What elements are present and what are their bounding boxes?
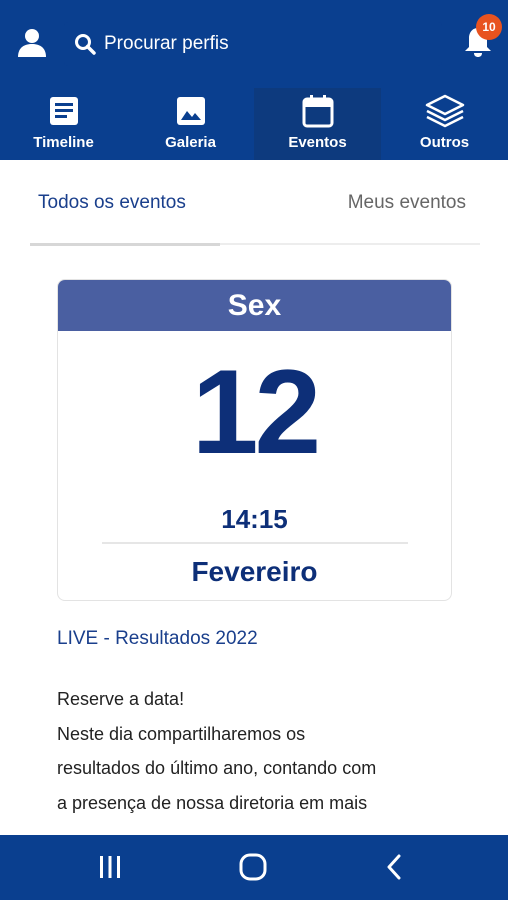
article-icon	[44, 94, 84, 128]
search-box[interactable]	[64, 22, 442, 66]
tab-label: Timeline	[33, 134, 94, 151]
notification-badge: 10	[476, 14, 502, 40]
tab-my-events[interactable]: Meus eventos	[348, 192, 466, 214]
app-root: 10 Timeline	[0, 0, 508, 900]
back-button[interactable]	[372, 847, 416, 887]
layers-icon	[425, 94, 465, 128]
search-icon	[75, 34, 96, 55]
recent-apps-icon	[100, 856, 120, 878]
event-title[interactable]: LIVE - Resultados 2022	[57, 628, 258, 650]
event-day: 12	[191, 345, 321, 479]
tab-galeria[interactable]: Galeria	[127, 88, 254, 160]
tab-label: Galeria	[165, 134, 216, 151]
card-divider	[102, 542, 408, 544]
tab-eventos[interactable]: Eventos	[254, 88, 381, 160]
user-icon	[18, 29, 46, 57]
tab-all-events[interactable]: Todos os eventos	[38, 192, 186, 214]
profile-button[interactable]	[14, 24, 50, 60]
top-bar: 10	[0, 0, 508, 88]
main-tabs: Timeline Galeria Eventos Outros	[0, 88, 508, 160]
search-input[interactable]	[104, 33, 404, 55]
event-filter-tabs: Todos os eventos Meus eventos	[30, 176, 480, 248]
description-line: a presença de nossa diretoria em mais	[57, 792, 368, 813]
recent-apps-button[interactable]	[88, 847, 132, 887]
event-weekday: Sex	[227, 288, 282, 322]
event-time: 14:15	[221, 504, 288, 534]
event-month: Fevereiro	[191, 556, 318, 587]
tab-label: Outros	[419, 134, 470, 151]
system-nav-bar	[0, 835, 508, 900]
event-date-card[interactable]: Sex 12 14:15 Fevereiro	[57, 279, 452, 601]
tab-outros[interactable]: Outros	[381, 88, 508, 160]
image-icon	[171, 94, 211, 128]
card-header: Sex	[58, 280, 451, 331]
description-line: Reserve a data!	[57, 689, 185, 709]
home-icon	[239, 853, 267, 881]
back-icon	[387, 854, 401, 880]
tab-timeline[interactable]: Timeline	[0, 88, 127, 160]
description-line: Neste dia compartilharemos os	[57, 723, 306, 744]
tab-label: Eventos	[288, 134, 347, 151]
calendar-icon	[298, 94, 338, 128]
description-line: resultados do último ano, contando com	[57, 758, 377, 778]
event-description: Reserve a data! Neste dia compartilharem…	[57, 682, 467, 820]
home-button[interactable]	[231, 847, 275, 887]
active-tab-indicator	[30, 243, 220, 246]
app-header: 10 Timeline	[0, 0, 508, 160]
